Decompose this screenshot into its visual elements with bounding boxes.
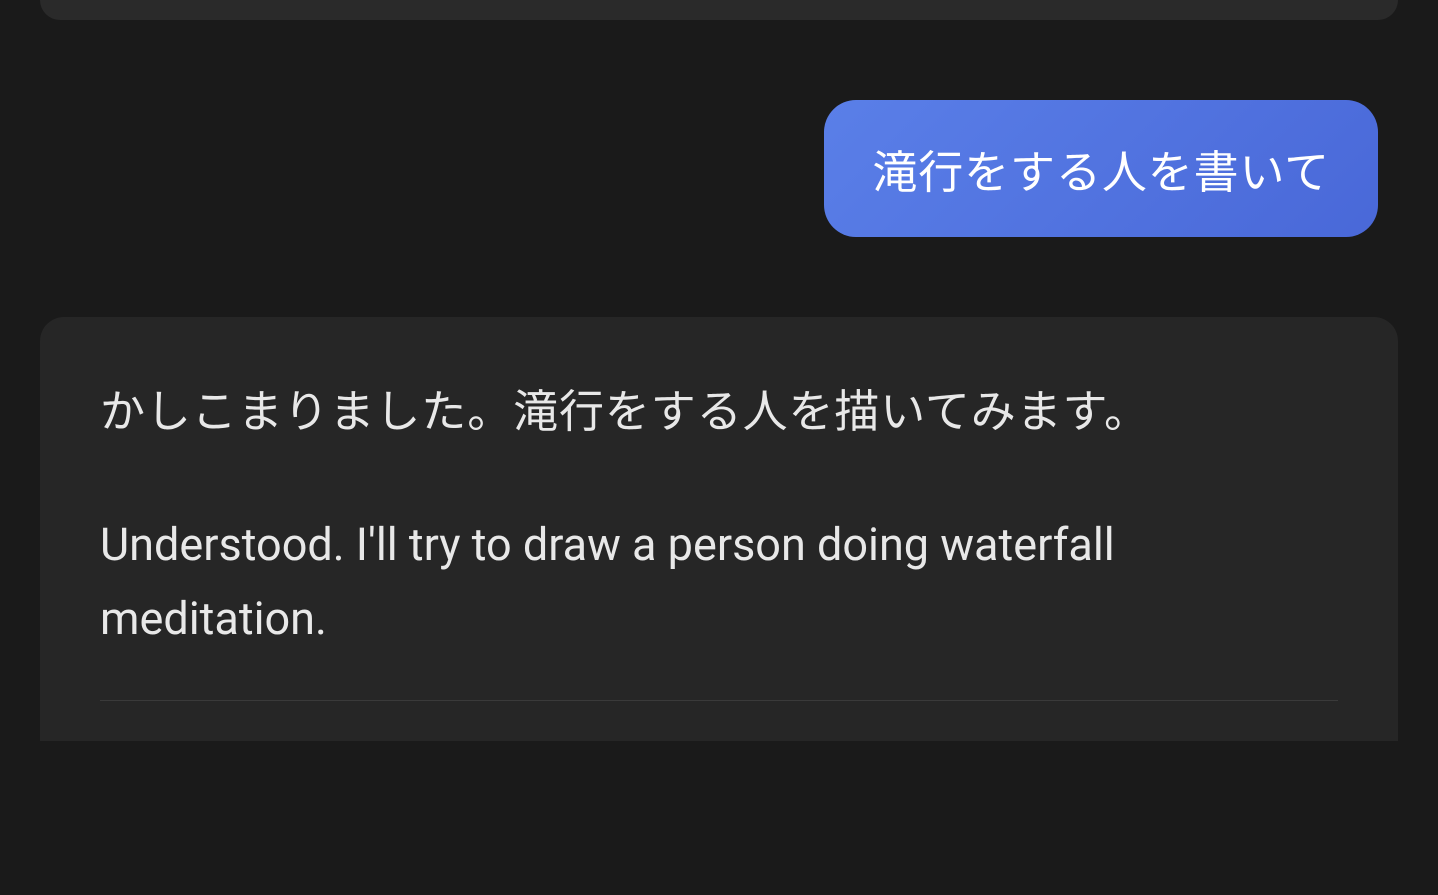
message-divider — [100, 700, 1338, 701]
previous-message-edge — [40, 0, 1398, 20]
assistant-message-text-japanese: かしこまりました。滝行をする人を描いてみます。 — [100, 373, 1338, 452]
user-message-bubble[interactable]: 滝行をする人を書いて — [824, 100, 1378, 237]
user-message-row: 滝行をする人を書いて — [40, 100, 1398, 237]
assistant-message-text-english: Understood. I'll try to draw a person do… — [100, 508, 1338, 657]
assistant-message-bubble[interactable]: かしこまりました。滝行をする人を描いてみます。 Understood. I'll… — [40, 317, 1398, 741]
user-message-text: 滝行をする人を書いて — [872, 146, 1330, 199]
